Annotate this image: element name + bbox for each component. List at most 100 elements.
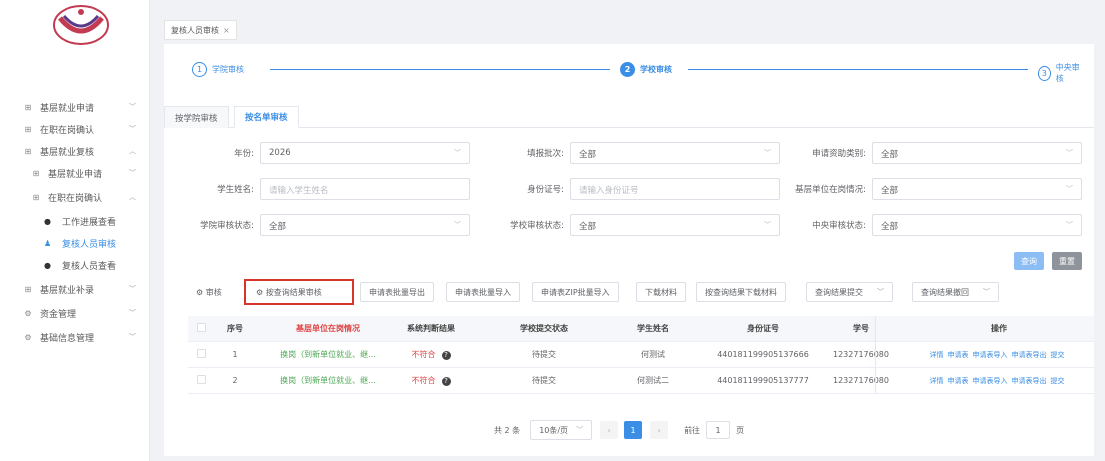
row-checkbox[interactable] <box>194 375 208 386</box>
sidebar-item-label: 在职在岗确认 <box>48 193 103 204</box>
goto-label: 前往 <box>684 425 701 435</box>
page-size-select[interactable]: 10条/页 ﹀ <box>530 420 593 440</box>
chevron-down-icon: ﹀ <box>129 285 136 293</box>
sidebar-item-review-onjob[interactable]: ⊞ 在职在岗确认 ︿ <box>0 186 150 208</box>
export-form-link[interactable]: 申请表导出 <box>1012 377 1047 385</box>
select-all-checkbox[interactable] <box>194 323 208 334</box>
college-status-value: 全部 <box>269 222 287 232</box>
submit-by-result-label: 查询结果提交 <box>815 287 863 297</box>
grid-icon: ⊞ <box>32 192 40 202</box>
fixed-column-divider <box>875 316 876 394</box>
id-number-input[interactable]: 请输入身份证号 <box>570 178 780 200</box>
chevron-down-icon: ﹀ <box>764 221 771 229</box>
filter-row: 学院审核状态: 全部 ﹀ 学校审核状态: 全部 ﹀ 中央审核状态: 全部 ﹀ <box>164 214 1094 236</box>
aid-type-value: 全部 <box>881 150 899 160</box>
download-by-result-button[interactable]: 按查询结果下载材料 <box>696 282 786 302</box>
sidebar-item-basic-info[interactable]: ⚙ 基础信息管理 ﹀ <box>0 326 150 348</box>
sidebar-item-review-apply[interactable]: ⊞ 基层就业申请 ﹀ <box>0 162 150 184</box>
content-card: 1 学院审核 2 学校审核 3 中央审核 按学院审核 按名单审核 年份: 202… <box>164 44 1094 456</box>
sidebar-item-supplement[interactable]: ⊞ 基层就业补录 ﹀ <box>0 278 150 300</box>
submit-by-result-dropdown[interactable]: 查询结果提交 ﹀ <box>806 282 893 302</box>
student-name: 何测试 <box>641 350 665 359</box>
grid-icon: ⊞ <box>32 168 40 178</box>
col-header: 学校提交状态 <box>520 324 568 333</box>
submit-status: 待提交 <box>532 376 556 385</box>
sidebar-item-onjob-confirm[interactable]: ⊞ 在职在岗确认 ﹀ <box>0 118 150 140</box>
student-name-input[interactable]: 请输入学生姓名 <box>260 178 470 200</box>
eye-icon: ● <box>44 216 51 226</box>
detail-link[interactable]: 详情 <box>930 351 944 359</box>
school-status-value: 全部 <box>579 222 597 232</box>
grid-icon: ⊞ <box>24 102 32 112</box>
question-icon[interactable]: ? <box>441 377 451 386</box>
chevron-up-icon: ︿ <box>129 147 136 155</box>
close-icon[interactable]: × <box>223 26 230 35</box>
row-checkbox[interactable] <box>194 349 208 360</box>
sidebar-item-label: 基层就业复核 <box>40 147 95 158</box>
grid-icon: ⊞ <box>24 146 32 156</box>
sidebar-item-funds[interactable]: ⚙ 资金管理 ﹀ <box>0 302 150 324</box>
goto-page-input[interactable]: 1 <box>706 421 731 439</box>
central-status-label: 中央审核状态: <box>812 221 866 231</box>
chevron-down-icon: ﹀ <box>764 149 771 157</box>
import-form-link[interactable]: 申请表导入 <box>973 377 1008 385</box>
question-icon[interactable]: ? <box>441 351 451 360</box>
row-actions: 详情 申请表 申请表导入 申请表导出 提交 <box>904 350 1094 360</box>
page-tab-label: 复核人员审核 <box>171 25 219 35</box>
download-button[interactable]: 下载材料 <box>636 282 686 302</box>
export-form-link[interactable]: 申请表导出 <box>1012 351 1047 359</box>
apply-form-link[interactable]: 申请表 <box>948 377 969 385</box>
table-header: 序号 基层单位在岗情况 系统判断结果 学校提交状态 学生姓名 身份证号 学号 操… <box>188 316 1094 342</box>
central-status-select[interactable]: 全部 ﹀ <box>872 214 1082 236</box>
sidebar-item-reviewer-audit[interactable]: ♟ 复核人员审核 <box>0 232 150 254</box>
batch-value: 全部 <box>579 150 597 160</box>
tab-by-college[interactable]: 按学院审核 <box>164 106 229 128</box>
submit-link[interactable]: 提交 <box>1051 351 1065 359</box>
step-number: 2 <box>620 62 635 77</box>
gear-icon: ⚙ <box>24 332 32 342</box>
aid-type-select[interactable]: 全部 ﹀ <box>872 142 1082 164</box>
apply-form-link[interactable]: 申请表 <box>948 351 969 359</box>
sidebar-item-basic-employment-apply[interactable]: ⊞ 基层就业申请 ﹀ <box>0 96 150 118</box>
import-zip-button[interactable]: 申请表ZIP批量导入 <box>532 282 619 302</box>
detail-link[interactable]: 详情 <box>930 377 944 385</box>
onjob-select[interactable]: 全部 ﹀ <box>872 178 1082 200</box>
withdraw-by-result-dropdown[interactable]: 查询结果撤回 ﹀ <box>912 282 999 302</box>
reset-button[interactable]: 重置 <box>1052 252 1082 270</box>
school-status-select[interactable]: 全部 ﹀ <box>570 214 780 236</box>
year-select[interactable]: 2026 ﹀ <box>260 142 470 164</box>
step-number: 1 <box>192 62 207 77</box>
judge-result: 不符合 <box>411 376 436 385</box>
import-batch-button[interactable]: 申请表批量导入 <box>446 282 520 302</box>
col-header: 身份证号 <box>747 324 779 333</box>
import-form-link[interactable]: 申请表导入 <box>973 351 1008 359</box>
page-tab[interactable]: 复核人员审核 × <box>164 20 237 40</box>
chevron-down-icon: ﹀ <box>1066 185 1073 193</box>
total-count: 共 2 条 <box>494 425 521 435</box>
student-name: 何测试二 <box>637 376 669 385</box>
grid-icon: ⊞ <box>24 284 32 294</box>
col-header: 学号 <box>853 324 869 333</box>
audit-button[interactable]: ⚙ 审核 <box>188 282 230 302</box>
col-header: 系统判断结果 <box>407 324 455 333</box>
export-batch-button[interactable]: 申请表批量导出 <box>360 282 434 302</box>
sidebar-item-progress-view[interactable]: ● 工作进展查看 <box>0 210 150 232</box>
submit-link[interactable]: 提交 <box>1051 377 1065 385</box>
query-button[interactable]: 查询 <box>1014 252 1044 270</box>
page-number-button[interactable]: 1 <box>624 421 643 439</box>
tab-by-list[interactable]: 按名单审核 <box>234 106 299 128</box>
next-page-button[interactable]: › <box>650 421 669 439</box>
chevron-down-icon: ﹀ <box>877 288 884 296</box>
idno-label: 身份证号: <box>527 185 564 195</box>
prev-page-button[interactable]: ‹ <box>600 421 619 439</box>
year-value: 2026 <box>269 148 291 158</box>
withdraw-by-result-label: 查询结果撤回 <box>921 287 969 297</box>
batch-select[interactable]: 全部 ﹀ <box>570 142 780 164</box>
sidebar-item-basic-employment-review[interactable]: ⊞ 基层就业复核 ︿ <box>0 140 150 162</box>
college-status-select[interactable]: 全部 ﹀ <box>260 214 470 236</box>
batch-label: 填报批次: <box>527 149 564 159</box>
sidebar-item-reviewer-view[interactable]: ● 复核人员查看 <box>0 254 150 276</box>
highlight-box <box>244 279 354 305</box>
step-label: 中央审核 <box>1055 63 1080 83</box>
sidebar-item-label: 基层就业申请 <box>48 169 103 180</box>
